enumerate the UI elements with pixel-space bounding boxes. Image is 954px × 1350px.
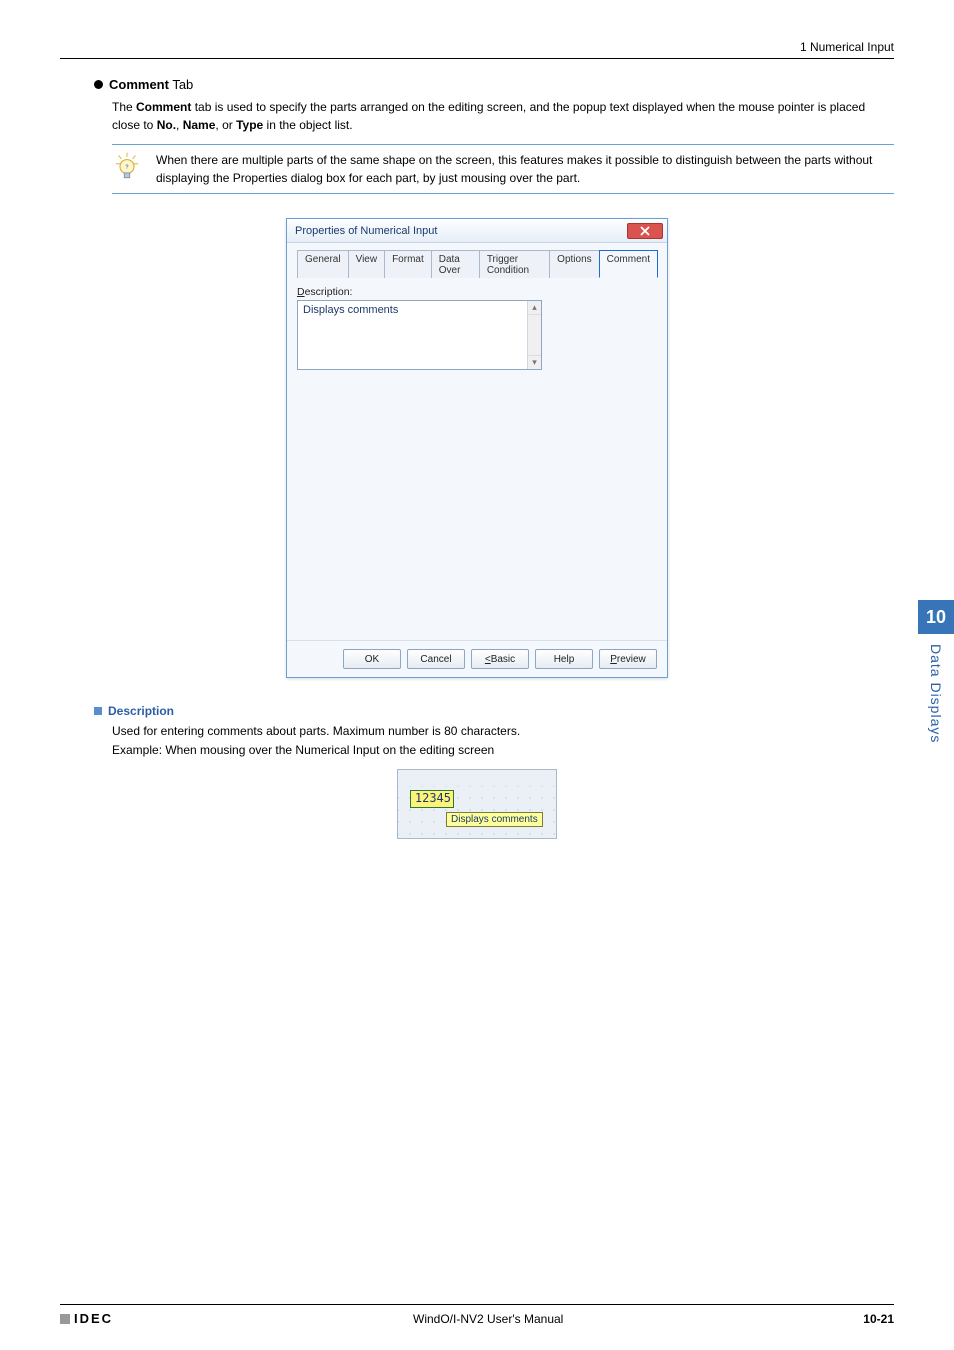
comment-tab-heading: Comment Tab: [94, 77, 894, 92]
description-line2: Example: When mousing over the Numerical…: [112, 741, 894, 760]
page-header: 1 Numerical Input: [60, 40, 894, 59]
comment-tab-paragraph: The Comment tab is used to specify the p…: [112, 98, 894, 134]
heading-rest: Tab: [169, 77, 193, 92]
svg-text:?: ?: [125, 165, 129, 171]
dialog-title: Properties of Numerical Input: [295, 225, 437, 237]
close-icon: [640, 226, 650, 236]
tooltip-popup: Displays comments: [446, 812, 543, 827]
logo-square-icon: [60, 1314, 70, 1324]
tab-trigger-condition[interactable]: Trigger Condition: [479, 250, 550, 278]
chapter-side-tab: 10 Data Displays: [918, 600, 954, 770]
tab-format[interactable]: Format: [384, 250, 432, 278]
chapter-number: 10: [918, 600, 954, 634]
tab-options[interactable]: Options: [549, 250, 599, 278]
tab-data-over[interactable]: Data Over: [431, 250, 480, 278]
editing-screen-figure: 12345 Displays comments: [397, 769, 557, 839]
description-label: Description:: [297, 286, 657, 298]
page-footer: IDEC WindO/I-NV2 User's Manual 10-21: [60, 1304, 894, 1326]
bullet-icon: [94, 80, 103, 89]
cancel-button[interactable]: Cancel: [407, 649, 465, 669]
preview-button[interactable]: Preview: [599, 649, 657, 669]
basic-button[interactable]: < Basic: [471, 649, 529, 669]
lightbulb-icon: ?: [112, 151, 142, 187]
square-bullet-icon: [94, 707, 102, 715]
numerical-input-widget: 12345: [410, 790, 454, 808]
logo-text: IDEC: [74, 1311, 113, 1326]
footer-title: WindO/I-NV2 User's Manual: [113, 1312, 863, 1326]
tab-comment[interactable]: Comment: [599, 250, 658, 278]
tip-note-text: When there are multiple parts of the sam…: [156, 151, 894, 187]
heading-bold: Comment: [109, 77, 169, 92]
scroll-up-icon[interactable]: ▴: [528, 301, 541, 315]
dialog-button-row: OK Cancel < Basic Help Preview: [287, 640, 667, 677]
tab-view[interactable]: View: [348, 250, 386, 278]
help-button[interactable]: Help: [535, 649, 593, 669]
description-line1: Used for entering comments about parts. …: [112, 722, 894, 741]
dialog-titlebar: Properties of Numerical Input: [287, 219, 667, 243]
chapter-label: Data Displays: [928, 634, 944, 743]
idec-logo: IDEC: [60, 1311, 113, 1326]
header-section-label: 1 Numerical Input: [60, 40, 894, 54]
description-textarea[interactable]: Displays comments ▴ ▾: [297, 300, 542, 370]
tab-general[interactable]: General: [297, 250, 349, 278]
scroll-down-icon[interactable]: ▾: [528, 355, 541, 369]
dialog-tabs: General View Format Data Over Trigger Co…: [297, 249, 657, 278]
properties-dialog: Properties of Numerical Input General Vi…: [286, 218, 668, 678]
tip-note: ? When there are multiple parts of the s…: [112, 144, 894, 194]
description-heading: Description: [94, 704, 894, 718]
close-button[interactable]: [627, 223, 663, 239]
page-number: 10-21: [863, 1312, 894, 1326]
description-value: Displays comments: [303, 304, 398, 366]
scrollbar[interactable]: ▴ ▾: [527, 301, 541, 369]
ok-button[interactable]: OK: [343, 649, 401, 669]
